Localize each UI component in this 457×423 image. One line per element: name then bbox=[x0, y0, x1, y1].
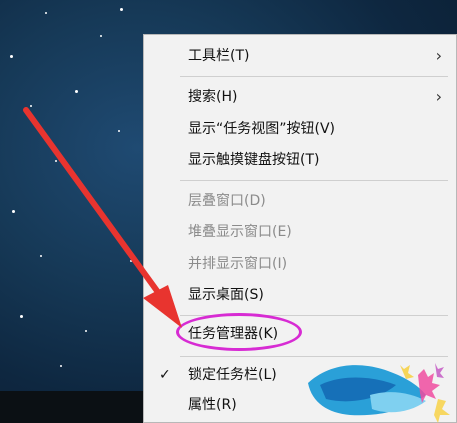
star bbox=[40, 255, 42, 257]
menu-item-label: 层叠窗口(D) bbox=[188, 193, 266, 209]
menu-item-search[interactable]: 搜索(H) › bbox=[144, 84, 456, 110]
chevron-right-icon: › bbox=[435, 87, 442, 106]
menu-item-toolbars[interactable]: 工具栏(T) › bbox=[144, 43, 456, 69]
menu-item-show-task-view-button[interactable]: 显示“任务视图”按钮(V) bbox=[144, 116, 456, 142]
star bbox=[120, 8, 123, 11]
menu-item-label: 显示触摸键盘按钮(T) bbox=[188, 152, 320, 168]
menu-item-show-touch-keyboard-button[interactable]: 显示触摸键盘按钮(T) bbox=[144, 147, 456, 173]
star bbox=[130, 260, 132, 262]
highlight-ellipse bbox=[176, 313, 302, 351]
menu-item-label: 属性(R) bbox=[188, 397, 237, 413]
star bbox=[55, 160, 57, 162]
menu-item-side-by-side-windows: 并排显示窗口(I) bbox=[144, 251, 456, 277]
chevron-right-icon: › bbox=[435, 46, 442, 65]
menu-item-label: 显示桌面(S) bbox=[188, 287, 264, 303]
menu-item-label: 锁定任务栏(L) bbox=[188, 367, 277, 383]
star bbox=[95, 205, 97, 207]
menu-item-label: 搜索(H) bbox=[188, 89, 238, 105]
star bbox=[10, 55, 13, 58]
star bbox=[12, 210, 15, 213]
decorative-sticker-image bbox=[308, 363, 450, 423]
menu-item-label: 工具栏(T) bbox=[188, 48, 250, 64]
menu-separator bbox=[180, 180, 448, 181]
menu-item-label: 堆叠显示窗口(E) bbox=[188, 224, 292, 240]
menu-item-label: 显示“任务视图”按钮(V) bbox=[188, 121, 336, 137]
star bbox=[75, 90, 78, 93]
star bbox=[30, 105, 32, 107]
star bbox=[60, 365, 62, 367]
menu-item-show-desktop[interactable]: 显示桌面(S) bbox=[144, 282, 456, 308]
menu-item-stack-windows: 堆叠显示窗口(E) bbox=[144, 219, 456, 245]
menu-separator bbox=[180, 76, 448, 77]
star bbox=[118, 130, 120, 132]
star bbox=[85, 330, 87, 332]
menu-item-label: 并排显示窗口(I) bbox=[188, 256, 288, 272]
star bbox=[45, 12, 47, 14]
checkmark-icon: ✓ bbox=[159, 367, 171, 383]
star bbox=[20, 315, 23, 318]
star bbox=[100, 35, 102, 37]
menu-item-cascade-windows: 层叠窗口(D) bbox=[144, 188, 456, 214]
